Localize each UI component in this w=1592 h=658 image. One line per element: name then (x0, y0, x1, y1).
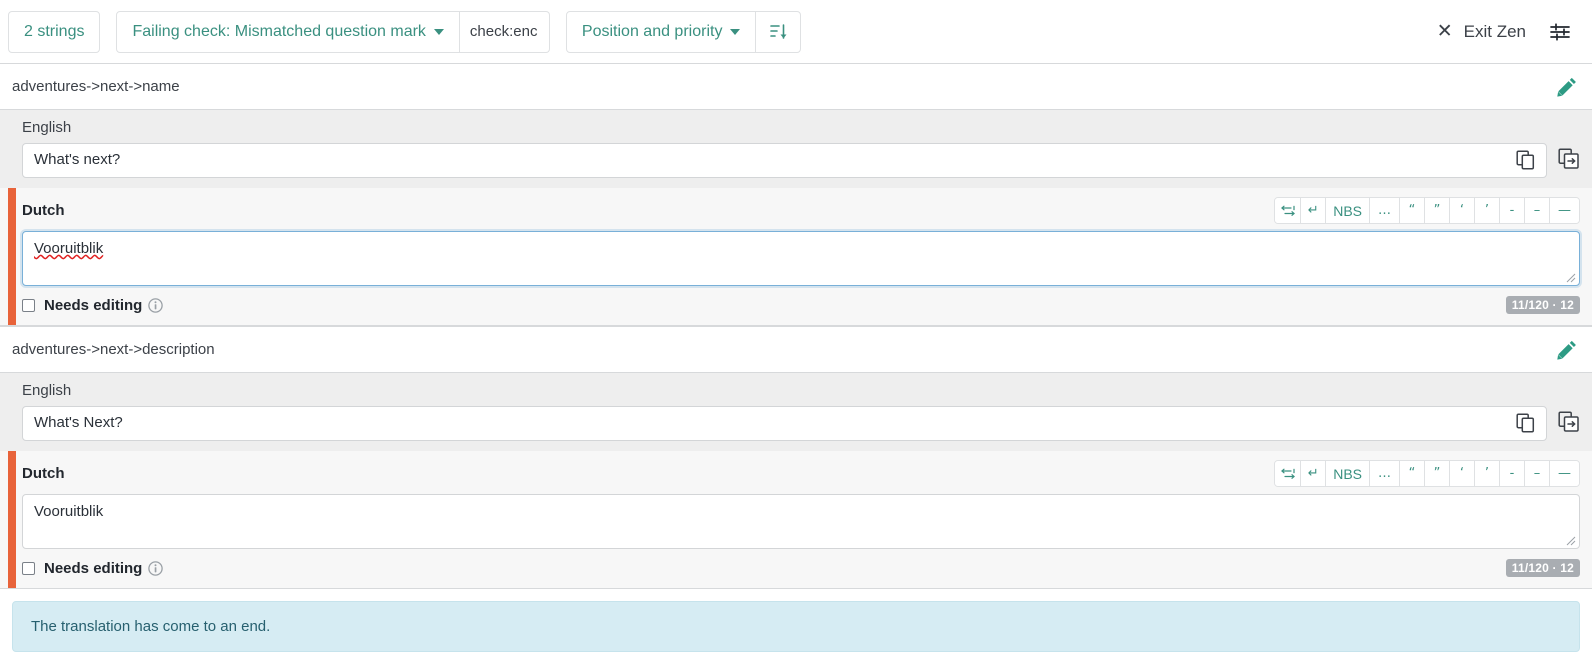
chevron-down-icon (730, 28, 741, 35)
strings-count-button[interactable]: 2 strings (8, 10, 101, 53)
insert-ellipsis[interactable]: … (1369, 198, 1399, 223)
translation-unit: adventures->next->name English What's ne… (0, 63, 1592, 326)
target-header: Dutch ↵ NBS … “ ” ‘ ’ - – — (22, 460, 1580, 487)
info-circle-icon[interactable] (148, 297, 164, 313)
needs-editing-label: Needs editing (44, 296, 143, 314)
special-characters-toolbar: ↵ NBS … “ ” ‘ ’ - – — (1274, 460, 1580, 487)
insert-em-dash[interactable]: — (1549, 198, 1579, 223)
insert-hyphen[interactable]: - (1499, 198, 1524, 223)
insert-right-single-quote[interactable]: ’ (1474, 198, 1499, 223)
insert-tab-icon[interactable] (1275, 198, 1301, 223)
pencil-icon[interactable] (1557, 76, 1578, 97)
target-header: Dutch ↵ NBS … “ ” ‘ ’ - – — (22, 197, 1580, 224)
source-row: What's next? (22, 143, 1580, 178)
top-toolbar: 2 strings Failing check: Mismatched ques… (0, 0, 1592, 63)
chevron-down-icon (433, 28, 444, 35)
insert-left-double-quote[interactable]: “ (1399, 461, 1424, 486)
copy-icon[interactable] (1516, 413, 1536, 437)
special-characters-toolbar: ↵ NBS … “ ” ‘ ’ - – — (1274, 197, 1580, 224)
source-language-label: English (22, 119, 72, 136)
end-of-translation-wrapper: The translation has come to an end. (0, 589, 1592, 652)
insert-en-dash[interactable]: – (1524, 461, 1549, 486)
insert-right-single-quote[interactable]: ’ (1474, 461, 1499, 486)
insert-ellipsis[interactable]: … (1369, 461, 1399, 486)
failing-check-filter-dropdown[interactable]: Failing check: Mismatched question mark (116, 10, 460, 53)
info-circle-icon[interactable] (148, 560, 164, 576)
insert-nbs[interactable]: NBS (1325, 461, 1369, 486)
target-language-label: Dutch (22, 465, 65, 482)
target-footer: Needs editing 11/120 · 12 (22, 295, 1580, 315)
sliders-icon[interactable] (1548, 20, 1572, 44)
source-block: English What's next? (0, 110, 1592, 188)
strings-count-label: 2 strings (24, 22, 85, 40)
unit-key-row: adventures->next->description (0, 327, 1592, 373)
translation-unit: adventures->next->description English Wh… (0, 326, 1592, 589)
source-text-box: What's next? (22, 143, 1547, 178)
source-block: English What's Next? (0, 373, 1592, 451)
unit-key: adventures->next->name (12, 78, 180, 95)
needs-editing-checkbox[interactable] (22, 561, 35, 575)
source-text: What's next? (34, 151, 121, 168)
needs-editing-checkbox[interactable] (22, 298, 35, 312)
unit-key-row: adventures->next->name (0, 64, 1592, 110)
translation-textarea[interactable]: Vooruitblik (22, 231, 1580, 286)
sort-order-label: Position and priority (581, 22, 723, 40)
exit-zen-label: Exit Zen (1463, 21, 1526, 41)
sort-direction-button[interactable] (755, 10, 802, 53)
source-row: What's Next? (22, 406, 1580, 441)
insert-left-single-quote[interactable]: ‘ (1449, 198, 1474, 223)
insert-en-dash[interactable]: – (1524, 198, 1549, 223)
close-icon: ✕ (1436, 20, 1453, 42)
insert-nbs[interactable]: NBS (1325, 198, 1369, 223)
needs-editing-label: Needs editing (44, 559, 143, 577)
source-text-box: What's Next? (22, 406, 1547, 441)
character-counter-badge: 11/120 · 12 (1505, 296, 1580, 314)
failing-check-filter-label: Failing check: Mismatched question mark (132, 22, 426, 40)
filter-group: Failing check: Mismatched question mark … (116, 10, 550, 53)
insert-em-dash[interactable]: — (1549, 461, 1579, 486)
target-block: Dutch ↵ NBS … “ ” ‘ ’ - – — Vooruitblik … (0, 451, 1592, 589)
resize-handle-icon (1566, 273, 1576, 283)
source-language-label: English (22, 382, 72, 399)
pencil-icon[interactable] (1557, 339, 1578, 360)
exit-zen-button[interactable]: ✕ Exit Zen (1437, 22, 1526, 42)
insert-tab-icon[interactable] (1275, 461, 1301, 486)
insert-left-double-quote[interactable]: “ (1399, 198, 1424, 223)
target-block: Dutch ↵ NBS … “ ” ‘ ’ - – — Vooruitblik … (0, 188, 1592, 326)
unit-key: adventures->next->description (12, 341, 215, 358)
insert-left-single-quote[interactable]: ‘ (1449, 461, 1474, 486)
sort-group: Position and priority (565, 10, 802, 53)
search-input[interactable]: check:enc (459, 10, 550, 53)
target-language-label: Dutch (22, 202, 65, 219)
insert-newline-icon[interactable]: ↵ (1300, 198, 1326, 223)
copy-to-translation-icon[interactable] (1558, 406, 1580, 437)
resize-handle-icon (1566, 536, 1576, 546)
source-text: What's Next? (34, 414, 123, 431)
copy-icon[interactable] (1516, 150, 1536, 174)
translation-text: Vooruitblik (34, 240, 104, 257)
toolbar-right-actions: ✕ Exit Zen (1437, 20, 1578, 44)
copy-to-translation-icon[interactable] (1558, 143, 1580, 174)
insert-hyphen[interactable]: - (1499, 461, 1524, 486)
target-footer: Needs editing 11/120 · 12 (22, 558, 1580, 578)
insert-right-double-quote[interactable]: ” (1424, 198, 1449, 223)
character-counter-badge: 11/120 · 12 (1505, 559, 1580, 577)
insert-right-double-quote[interactable]: ” (1424, 461, 1449, 486)
translation-text: Vooruitblik (34, 503, 104, 520)
end-of-translation-alert: The translation has come to an end. (12, 601, 1580, 652)
insert-newline-icon[interactable]: ↵ (1300, 461, 1326, 486)
sort-order-dropdown[interactable]: Position and priority (565, 10, 757, 53)
translation-textarea[interactable]: Vooruitblik (22, 494, 1580, 549)
